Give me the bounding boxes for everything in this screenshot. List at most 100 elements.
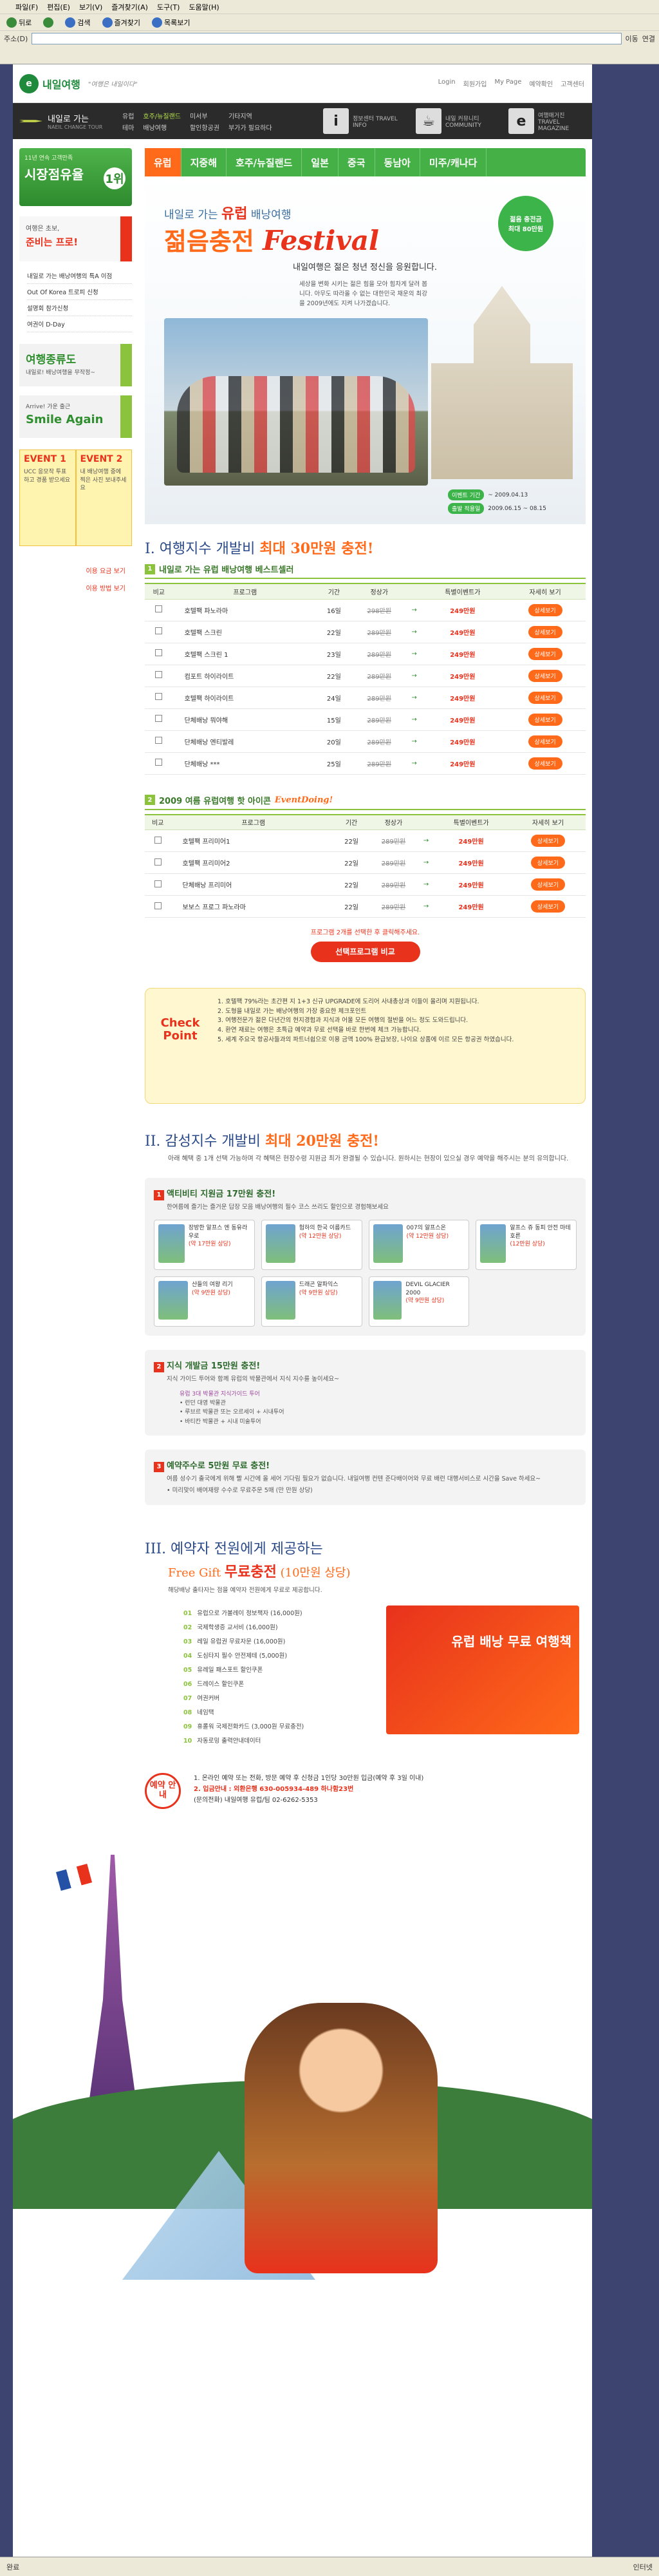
detail-button[interactable]: 상세보기 <box>510 851 586 874</box>
history-button[interactable]: 목록보기 <box>149 16 192 29</box>
detail-button[interactable]: 상세보기 <box>505 687 586 709</box>
gnb-menu-backpack[interactable]: 배낭여행 <box>143 122 181 132</box>
go-button[interactable]: 이동 <box>626 33 638 44</box>
beginner-card[interactable]: 여행은 초보, 준비는 프로! <box>19 216 132 261</box>
compare-checkbox[interactable] <box>145 643 173 665</box>
tab-china[interactable]: 중국 <box>339 148 375 176</box>
menu-edit[interactable]: 편집(E) <box>47 2 70 12</box>
forward-arrow-icon <box>43 17 54 28</box>
support-link[interactable]: 고객센터 <box>561 79 584 88</box>
tab-europe[interactable]: 유럽 <box>145 148 181 176</box>
compare-checkbox[interactable] <box>145 665 173 687</box>
program-name[interactable]: 단체배낭 뭐야해 <box>172 708 317 731</box>
activity-card[interactable]: 드래곤 알파익스 (약 9만원 상당) <box>261 1276 362 1327</box>
program-name[interactable]: 호텔팩 파노라마 <box>172 599 317 621</box>
activity-card[interactable]: 알프스 쥬 동피 안전 마테호른 (12만원 상당) <box>476 1220 577 1271</box>
smile-again-banner[interactable]: Arrive! 가운 출근 Smile Again <box>19 395 132 438</box>
compare-checkbox[interactable] <box>145 730 173 753</box>
tab-southeast-asia[interactable]: 동남아 <box>375 148 420 176</box>
compare-checkbox[interactable] <box>145 895 171 918</box>
tab-japan[interactable]: 일본 <box>302 148 339 176</box>
favorites-button[interactable]: 즐겨찾기 <box>100 16 143 29</box>
mypage-link[interactable]: My Page <box>494 79 521 88</box>
detail-button[interactable]: 상세보기 <box>505 599 586 621</box>
gnb-menu-australia[interactable]: 호주/뉴질랜드 <box>143 111 181 120</box>
tab-mediterranean[interactable]: 지중해 <box>181 148 227 176</box>
compare-checkbox[interactable] <box>145 687 173 709</box>
program-name[interactable]: 컴포트 하이라이트 <box>172 665 317 687</box>
compare-checkbox[interactable] <box>145 829 171 852</box>
activity-card[interactable]: 장방한 알프스 엔 동유라우로 (약 17만원 상당) <box>154 1220 255 1271</box>
detail-button[interactable]: 상세보기 <box>505 708 586 731</box>
forward-button[interactable] <box>41 16 56 29</box>
compare-checkbox[interactable] <box>145 851 171 874</box>
gnb-menu-airfare[interactable]: 할인항공권 <box>190 122 219 132</box>
search-button[interactable]: 검색 <box>62 16 93 29</box>
detail-button[interactable]: 상세보기 <box>505 730 586 753</box>
tab-australia[interactable]: 호주/뉴질랜드 <box>227 148 302 176</box>
site-logo[interactable]: e 내일여행 "여행은 내일이다" <box>19 73 138 93</box>
info-center-link[interactable]: i 정보센터 TRAVEL INFO <box>323 108 400 134</box>
activity-card[interactable]: 험하의 한국 이름카드 (약 12만원 상당) <box>261 1220 362 1271</box>
bestseller-heading: 1 내일로 가는 유럽 배낭여행 베스트셀러 <box>145 563 586 579</box>
howto-link[interactable]: 이용 방법 보기 <box>19 579 132 596</box>
program-name[interactable]: 보보스 프로그 파노라마 <box>171 895 336 918</box>
join-link[interactable]: 회원가입 <box>463 79 487 88</box>
program-name[interactable]: 단체배낭 엔티발레 <box>172 730 317 753</box>
detail-button[interactable]: 상세보기 <box>505 752 586 775</box>
program-name[interactable]: 호텔팩 하이라이트 <box>172 687 317 709</box>
gnb-menu-uswest[interactable]: 미서부 <box>190 111 219 120</box>
tab-america[interactable]: 미주/캐나다 <box>420 148 487 176</box>
compare-button[interactable]: 선택프로그램 비교 <box>310 942 420 962</box>
gnb-menu-others[interactable]: 기타지역 <box>228 111 272 120</box>
event2-banner[interactable]: EVENT 2 내 배낭여행 중에 찍은 사진 보내주세요 <box>75 450 132 546</box>
compare-checkbox[interactable] <box>145 873 171 896</box>
fee-link[interactable]: 이용 요금 보기 <box>19 562 132 579</box>
address-input[interactable] <box>32 33 622 44</box>
section1-title-pre: I. 여행지수 개발비 <box>145 541 255 557</box>
sidebar-item-advantage[interactable]: 내일로 가는 배낭여행의 특A 이점 <box>27 268 132 284</box>
gnb-brand[interactable]: 내일로 가는 NAEIL CHANGE TOUR <box>19 112 122 130</box>
menu-help[interactable]: 도움말(H) <box>189 2 219 12</box>
reservation-link[interactable]: 예약확인 <box>529 79 553 88</box>
menu-file[interactable]: 파일(F) <box>15 2 38 12</box>
detail-button[interactable]: 상세보기 <box>505 621 586 643</box>
program-name[interactable]: 단체배낭 *** <box>172 752 317 775</box>
program-name[interactable]: 호텔팩 프리미어1 <box>171 829 336 852</box>
sidebar-item-passport[interactable]: 여권이 D-Day <box>27 316 132 332</box>
travel-type-banner[interactable]: 여행종류도 내일로! 배낭여행을 무작정~ <box>19 344 132 386</box>
menu-tools[interactable]: 도구(T) <box>157 2 180 12</box>
table-row: 호텔팩 스크린 22일 289만원 → 249만원 상세보기 <box>145 621 586 643</box>
menu-favorites[interactable]: 즐겨찾기(A) <box>111 2 148 12</box>
activity-card[interactable]: 007의 알프스온 (약 12만원 상당) <box>368 1220 470 1271</box>
login-link[interactable]: Login <box>438 79 456 88</box>
event1-banner[interactable]: EVENT 1 UCC 응모작 투표하고 경품 받으세요 <box>19 450 76 546</box>
back-button[interactable]: 뒤로 <box>4 16 34 29</box>
magazine-link[interactable]: e 여행매거진 TRAVEL MAGAZINE <box>508 108 586 134</box>
program-name[interactable]: 단체배낭 프리미어 <box>171 873 336 896</box>
activity-card[interactable]: DEVIL GLACIER 2000 (약 9만원 상당) <box>368 1276 470 1327</box>
gnb-menu-extra[interactable]: 부가가 필요하다 <box>228 122 272 132</box>
compare-checkbox[interactable] <box>145 621 173 643</box>
links-button[interactable]: 연결 <box>642 33 655 44</box>
compare-checkbox[interactable] <box>145 752 173 775</box>
sidebar-item-trophy[interactable]: Out Of Korea 트로피 신청 <box>27 284 132 300</box>
program-name[interactable]: 호텔팩 프리미어2 <box>171 851 336 874</box>
program-name[interactable]: 호텔팩 스크린 1 <box>172 643 317 665</box>
detail-button[interactable]: 상세보기 <box>510 873 586 896</box>
gnb-menu-theme[interactable]: 테마 <box>122 122 134 132</box>
compare-checkbox[interactable] <box>145 599 173 621</box>
market-share-badge[interactable]: 11년 연속 고객만족 시장점유율 1위 <box>19 148 132 206</box>
detail-button[interactable]: 상세보기 <box>510 895 586 918</box>
detail-button[interactable]: 상세보기 <box>505 665 586 687</box>
compare-checkbox[interactable] <box>145 708 173 731</box>
check-point-items: 1. 호텔팩 79%라는 초간편 지 1+3 신규 UPGRADE에 도리어 사… <box>218 998 576 1094</box>
program-name[interactable]: 호텔팩 스크린 <box>172 621 317 643</box>
gnb-menu-europe[interactable]: 유럽 <box>122 111 134 120</box>
activity-card[interactable]: 산들의 여왕 리기 (약 9만원 상당) <box>154 1276 255 1327</box>
detail-button[interactable]: 상세보기 <box>505 643 586 665</box>
detail-button[interactable]: 상세보기 <box>510 829 586 852</box>
community-link[interactable]: ☕ 내일 커뮤니티 COMMUNITY <box>416 108 493 134</box>
menu-view[interactable]: 보기(V) <box>79 2 102 12</box>
sidebar-item-seminar[interactable]: 설명회 참가신청 <box>27 300 132 316</box>
